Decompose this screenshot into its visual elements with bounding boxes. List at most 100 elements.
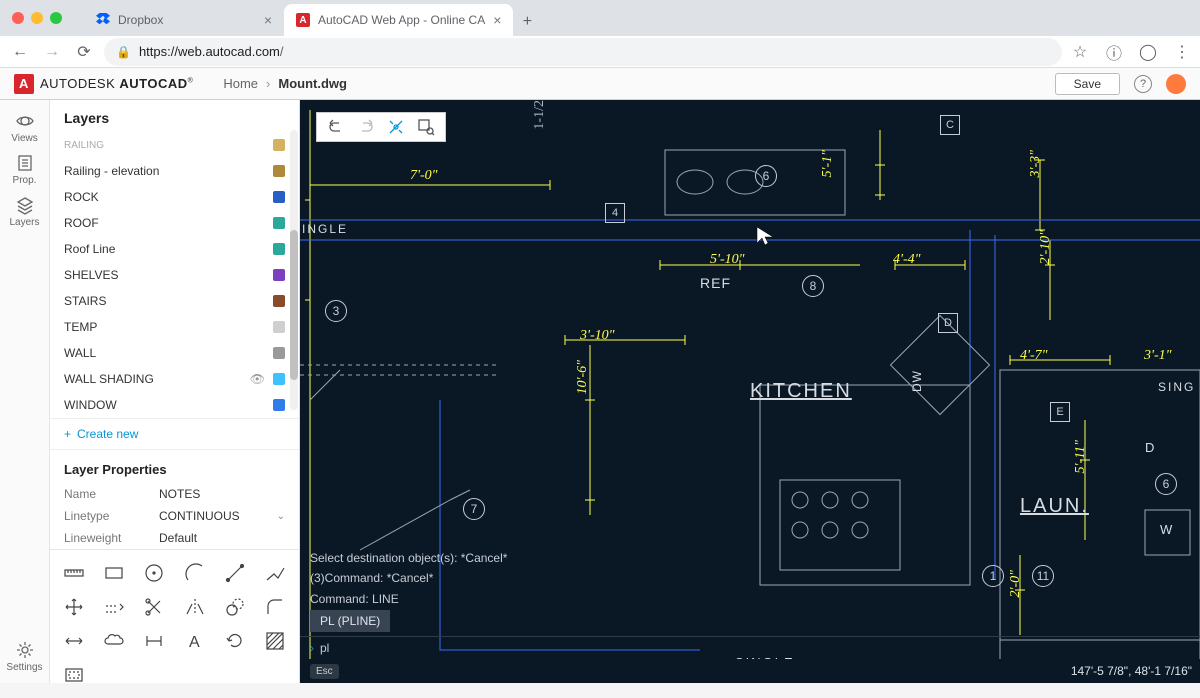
dimension-tool[interactable] xyxy=(134,624,174,658)
copy-tool[interactable] xyxy=(215,590,255,624)
new-tab-button[interactable]: + xyxy=(513,8,541,36)
help-icon[interactable]: ? xyxy=(1134,75,1152,93)
layer-row[interactable]: WINDOW xyxy=(50,392,299,418)
forward-button[interactable]: → xyxy=(40,40,64,64)
lock-icon: 🔒 xyxy=(116,45,131,59)
dim-label: 5'-11" xyxy=(1073,440,1089,474)
drawing-canvas[interactable]: 7'-0" 5'-10" 3'-10" 4'-4" 4'-7" 3'-1" 5'… xyxy=(300,100,1200,683)
window-controls xyxy=(0,12,74,24)
browser-tab-autocad[interactable]: A AutoCAD Web App - Online CA × xyxy=(284,4,513,36)
layer-row[interactable]: WALL xyxy=(50,340,299,366)
command-suggestion[interactable]: PL (PLINE) xyxy=(310,610,390,632)
tag-3: 3 xyxy=(325,300,347,322)
esc-key-hint[interactable]: Esc xyxy=(310,664,339,679)
layer-row[interactable]: SHELVES xyxy=(50,262,299,288)
keynote-4: 4 xyxy=(605,203,625,223)
kebab-menu-icon[interactable]: ⋮ xyxy=(1172,42,1192,62)
stretch-tool[interactable] xyxy=(54,624,94,658)
room-label-laundry: LAUN. xyxy=(1020,495,1089,518)
color-swatch[interactable] xyxy=(273,321,285,333)
offset-tool[interactable] xyxy=(94,590,134,624)
chevron-right-icon: › xyxy=(266,76,270,91)
mirror-tool[interactable] xyxy=(175,590,215,624)
dropbox-icon xyxy=(96,13,110,27)
measure-tool[interactable] xyxy=(54,556,94,590)
address-bar[interactable]: 🔒 https://web.autocad.com/ xyxy=(104,38,1062,66)
revcloud-tool[interactable] xyxy=(94,624,134,658)
color-swatch[interactable] xyxy=(273,295,285,307)
layer-row[interactable]: TEMP xyxy=(50,314,299,340)
property-key: Name xyxy=(64,487,159,501)
rail-properties[interactable]: Prop. xyxy=(0,148,50,190)
visibility-icon[interactable]: 👁 xyxy=(250,372,265,386)
color-swatch[interactable] xyxy=(273,269,285,281)
close-window-icon[interactable] xyxy=(12,12,24,24)
breadcrumb-home[interactable]: Home xyxy=(223,76,258,91)
minimize-window-icon[interactable] xyxy=(31,12,43,24)
room-label-kitchen: KITCHEN xyxy=(750,380,852,403)
rail-layers[interactable]: Layers xyxy=(0,190,50,232)
command-input[interactable]: › pl xyxy=(300,636,1200,659)
color-swatch[interactable] xyxy=(273,165,285,177)
user-avatar[interactable] xyxy=(1166,74,1186,94)
rail-settings[interactable]: Settings xyxy=(0,635,50,677)
layer-name: WINDOW xyxy=(64,398,117,412)
move-tool[interactable] xyxy=(54,590,94,624)
color-swatch[interactable] xyxy=(273,243,285,255)
arc-tool[interactable] xyxy=(175,556,215,590)
snap-toggle[interactable] xyxy=(381,112,411,142)
property-row[interactable]: LinetypeCONTINUOUS⌄ xyxy=(50,505,299,527)
url-host: web.autocad.com xyxy=(178,44,280,59)
polyline-tool[interactable] xyxy=(255,556,295,590)
layer-name: WALL xyxy=(64,346,96,360)
layer-name: STAIRS xyxy=(64,294,106,308)
ref-label: REF xyxy=(700,275,731,291)
color-swatch[interactable] xyxy=(273,191,285,203)
maximize-window-icon[interactable] xyxy=(50,12,62,24)
scrollbar-thumb[interactable] xyxy=(290,230,298,380)
profile-icon[interactable]: ◯ xyxy=(1138,42,1158,62)
close-icon[interactable]: × xyxy=(264,12,272,28)
layer-name: Railing - elevation xyxy=(64,164,159,178)
info-icon[interactable]: ⓘ xyxy=(1104,40,1124,64)
layout-tool[interactable] xyxy=(54,658,94,692)
rotate-tool[interactable] xyxy=(215,624,255,658)
layer-name: ROCK xyxy=(64,190,99,204)
hatch-tool[interactable] xyxy=(255,624,295,658)
redo-button[interactable] xyxy=(351,112,381,142)
layer-row[interactable]: ROCK xyxy=(50,184,299,210)
trim-tool[interactable] xyxy=(134,590,174,624)
browser-tab-dropbox[interactable]: Dropbox × xyxy=(84,4,284,36)
color-swatch[interactable] xyxy=(273,217,285,229)
layer-row[interactable]: Roof Line xyxy=(50,236,299,262)
circle-tool[interactable] xyxy=(134,556,174,590)
color-swatch[interactable] xyxy=(273,373,285,385)
back-button[interactable]: ← xyxy=(8,40,32,64)
command-text: pl xyxy=(320,641,329,655)
save-button[interactable]: Save xyxy=(1055,73,1120,95)
create-layer-button[interactable]: + Create new xyxy=(50,418,299,450)
color-swatch[interactable] xyxy=(273,399,285,411)
close-icon[interactable]: × xyxy=(493,12,501,28)
line-tool[interactable] xyxy=(215,556,255,590)
command-log-line: (3)Command: *Cancel* xyxy=(300,568,1200,589)
tag-7: 7 xyxy=(463,498,485,520)
color-swatch[interactable] xyxy=(273,347,285,359)
bookmark-icon[interactable]: ☆ xyxy=(1070,42,1090,62)
text-tool[interactable]: A xyxy=(175,624,215,658)
rectangle-tool[interactable] xyxy=(94,556,134,590)
prompt-icon: › xyxy=(310,641,314,655)
breadcrumb: Home › Mount.dwg xyxy=(223,76,347,91)
layer-row[interactable]: STAIRS xyxy=(50,288,299,314)
color-swatch[interactable] xyxy=(273,139,285,151)
zoom-window-button[interactable] xyxy=(411,112,441,142)
property-key: Linetype xyxy=(64,509,159,523)
layer-row[interactable]: WALL SHADING👁 xyxy=(50,366,299,392)
rail-views[interactable]: Views xyxy=(0,106,50,148)
layer-row[interactable]: Railing - elevation xyxy=(50,158,299,184)
layer-row[interactable]: ROOF xyxy=(50,210,299,236)
undo-button[interactable] xyxy=(321,112,351,142)
reload-button[interactable]: ⟳ xyxy=(72,40,96,64)
fillet-tool[interactable] xyxy=(255,590,295,624)
layer-row[interactable]: RAILING xyxy=(50,132,299,158)
